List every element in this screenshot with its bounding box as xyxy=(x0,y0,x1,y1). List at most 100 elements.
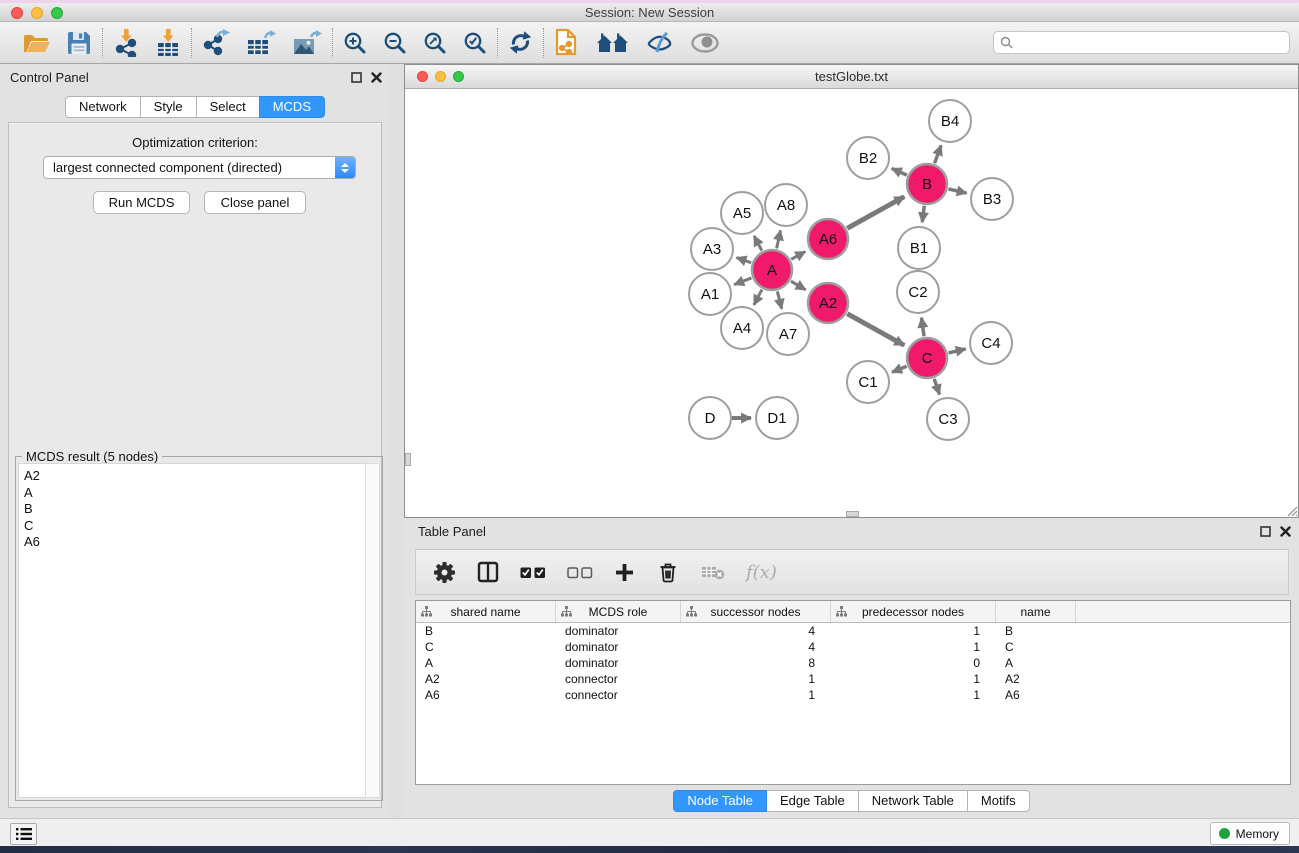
import-table-icon[interactable] xyxy=(155,29,181,57)
node-A6[interactable]: A6 xyxy=(808,219,848,259)
edge-A-A1[interactable] xyxy=(734,278,751,285)
close-panel-icon[interactable] xyxy=(371,72,382,83)
edge-C-C3[interactable] xyxy=(934,379,939,395)
open-session-icon[interactable] xyxy=(22,30,50,56)
add-icon[interactable] xyxy=(614,562,635,583)
zoom-fit-icon[interactable] xyxy=(423,31,447,55)
toggle-graphics-details-icon[interactable] xyxy=(646,31,674,55)
search-input[interactable] xyxy=(1013,32,1289,53)
float-panel-icon[interactable] xyxy=(351,72,362,83)
panel-splitter[interactable] xyxy=(390,64,404,818)
function-builder-icon[interactable]: f(x) xyxy=(746,562,777,583)
close-panel-button[interactable]: Close panel xyxy=(204,191,306,214)
edge-A-A5[interactable] xyxy=(754,236,762,251)
edge-B-B4[interactable] xyxy=(935,145,942,163)
mcds-result-scrollbar[interactable] xyxy=(365,463,380,798)
node-D[interactable]: D xyxy=(689,397,731,439)
node-C4[interactable]: C4 xyxy=(970,322,1012,364)
edge-A-A4[interactable] xyxy=(754,290,762,305)
zoom-in-icon[interactable] xyxy=(343,31,367,55)
canvas-vscroll-thumb[interactable] xyxy=(405,453,411,466)
canvas-hscroll-thumb[interactable] xyxy=(846,511,859,517)
edge-A-A7[interactable] xyxy=(777,291,781,308)
run-mcds-button[interactable]: Run MCDS xyxy=(93,191,190,214)
column-header-predecessor-nodes[interactable]: predecessor nodes xyxy=(831,601,996,622)
node-B1[interactable]: B1 xyxy=(898,227,940,269)
delete-table-icon[interactable] xyxy=(701,564,725,580)
mcds-result-item[interactable]: B xyxy=(24,501,365,518)
gear-icon[interactable] xyxy=(433,561,456,584)
column-header-successor-nodes[interactable]: successor nodes xyxy=(681,601,831,622)
edge-C-C1[interactable] xyxy=(892,366,907,372)
column-header-shared-name[interactable]: shared name xyxy=(416,601,556,622)
table-row[interactable]: A6connector11A6 xyxy=(416,687,1290,703)
node-C3[interactable]: C3 xyxy=(927,398,969,440)
network-canvas[interactable]: AA1A3A5A8A4A7A6A2BB1B2B3B4CC1C2C3C4DD1 xyxy=(405,89,1298,517)
import-network-icon[interactable] xyxy=(113,29,139,57)
table-row[interactable]: Adominator80A xyxy=(416,655,1290,671)
export-table-icon[interactable] xyxy=(246,29,276,57)
zoom-selected-icon[interactable] xyxy=(463,31,487,55)
edge-B-B2[interactable] xyxy=(892,168,907,175)
node-C[interactable]: C xyxy=(907,338,947,378)
node-A[interactable]: A xyxy=(752,250,792,290)
refresh-icon[interactable] xyxy=(508,30,533,55)
criterion-select[interactable]: largest connected component (directed) xyxy=(43,156,356,179)
save-session-icon[interactable] xyxy=(66,30,92,56)
tab-motifs[interactable]: Motifs xyxy=(967,790,1030,812)
node-D1[interactable]: D1 xyxy=(756,397,798,439)
node-A7[interactable]: A7 xyxy=(767,313,809,355)
node-A2[interactable]: A2 xyxy=(808,283,848,323)
edge-C-C4[interactable] xyxy=(948,349,965,353)
close-panel-icon[interactable] xyxy=(1280,526,1291,537)
export-image-icon[interactable] xyxy=(292,29,322,57)
memory-button[interactable]: Memory xyxy=(1210,822,1290,845)
tab-mcds[interactable]: MCDS xyxy=(259,96,325,118)
mcds-result-item[interactable]: C xyxy=(24,518,365,535)
resize-grip-icon[interactable] xyxy=(1283,502,1298,517)
node-A5[interactable]: A5 xyxy=(721,192,763,234)
new-session-icon[interactable] xyxy=(554,28,580,58)
delete-icon[interactable] xyxy=(656,560,680,584)
node-B4[interactable]: B4 xyxy=(929,100,971,142)
node-B[interactable]: B xyxy=(907,164,947,204)
node-A1[interactable]: A1 xyxy=(689,273,731,315)
edge-A-A2[interactable] xyxy=(791,281,806,290)
edge-A6-B[interactable] xyxy=(847,197,904,229)
table-row[interactable]: A2connector11A2 xyxy=(416,671,1290,687)
tab-style[interactable]: Style xyxy=(140,96,197,118)
edge-B-B3[interactable] xyxy=(948,189,966,193)
node-C2[interactable]: C2 xyxy=(897,271,939,313)
tab-node-table[interactable]: Node Table xyxy=(673,790,767,812)
mcds-result-item[interactable]: A xyxy=(24,485,365,502)
zoom-out-icon[interactable] xyxy=(383,31,407,55)
column-header-MCDS-role[interactable]: MCDS role xyxy=(556,601,681,622)
select-all-icon[interactable] xyxy=(520,566,546,579)
edge-A-A8[interactable] xyxy=(777,230,781,248)
table-row[interactable]: Bdominator41B xyxy=(416,623,1290,639)
edge-A-A3[interactable] xyxy=(737,258,752,263)
table-row[interactable]: Cdominator41C xyxy=(416,639,1290,655)
tab-select[interactable]: Select xyxy=(196,96,260,118)
task-history-button[interactable] xyxy=(10,823,37,845)
home-icon[interactable] xyxy=(596,31,630,55)
columns-icon[interactable] xyxy=(477,561,499,583)
node-A4[interactable]: A4 xyxy=(721,307,763,349)
mcds-result-item[interactable]: A2 xyxy=(24,468,365,485)
edge-A2-C[interactable] xyxy=(847,314,904,346)
export-network-icon[interactable] xyxy=(202,29,230,57)
edge-C-C2[interactable] xyxy=(922,318,925,336)
node-C1[interactable]: C1 xyxy=(847,361,889,403)
tab-edge-table[interactable]: Edge Table xyxy=(766,790,859,812)
node-B2[interactable]: B2 xyxy=(847,137,889,179)
node-B3[interactable]: B3 xyxy=(971,178,1013,220)
node-A3[interactable]: A3 xyxy=(691,228,733,270)
birds-eye-view-icon[interactable] xyxy=(690,32,720,54)
deselect-all-icon[interactable] xyxy=(567,566,593,579)
edge-B-B1[interactable] xyxy=(922,206,924,222)
network-titlebar[interactable]: testGlobe.txt xyxy=(405,65,1298,89)
tab-network-table[interactable]: Network Table xyxy=(858,790,968,812)
edge-A-A6[interactable] xyxy=(791,252,805,260)
float-panel-icon[interactable] xyxy=(1260,526,1271,537)
column-header-name[interactable]: name xyxy=(996,601,1076,622)
